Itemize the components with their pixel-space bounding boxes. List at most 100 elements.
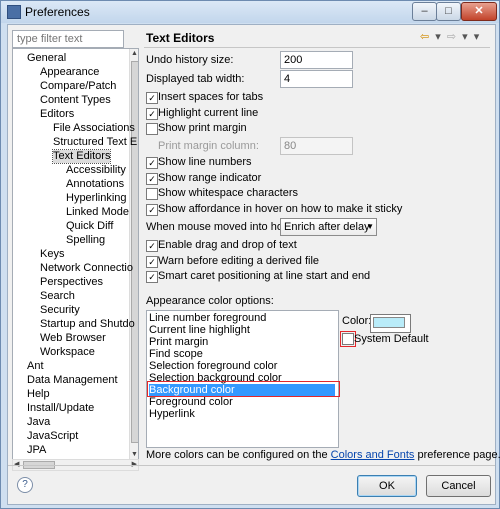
color-option-item[interactable]: Current line highlight xyxy=(149,324,335,336)
tree-item[interactable]: Editors xyxy=(40,108,74,121)
tree-item[interactable]: Security xyxy=(40,304,80,317)
checkbox[interactable]: ✓ xyxy=(146,107,158,120)
undo-history-label: Undo history size: xyxy=(146,54,234,66)
color-option-item[interactable]: Foreground color xyxy=(149,396,335,408)
dialog-body: ▲ ▼ GeneralAppearanceCompare/PatchConten… xyxy=(7,24,500,505)
back-arrow-icon[interactable]: ⇦ xyxy=(420,31,429,43)
tree-item[interactable]: Hyperlinking xyxy=(66,192,127,205)
tree-item[interactable]: Annotations xyxy=(66,178,124,191)
tree-item[interactable]: Network Connectio xyxy=(40,262,133,275)
hover-combo-value: Enrich after delay xyxy=(284,221,370,233)
checkbox-label: Show line numbers xyxy=(158,156,252,168)
appearance-color-label: Appearance color options: xyxy=(146,295,274,307)
tree-item[interactable]: Java xyxy=(27,416,50,429)
checkbox-label: Highlight current line xyxy=(158,106,259,119)
header-divider xyxy=(144,47,490,48)
color-option-item[interactable]: Find scope xyxy=(149,348,335,360)
scroll-thumb[interactable] xyxy=(131,61,138,443)
tree-item[interactable]: Startup and Shutdo xyxy=(40,318,135,331)
tree-item[interactable]: Quick Diff xyxy=(66,220,113,233)
undo-history-field[interactable]: 200 xyxy=(280,51,353,69)
tree-vertical-scrollbar[interactable]: ▲ ▼ xyxy=(129,49,138,460)
tree-item[interactable]: Ant xyxy=(27,360,44,373)
title-bar[interactable]: Preferences – □ ✕ xyxy=(1,1,499,23)
checkbox[interactable]: ✓ xyxy=(146,255,158,268)
checkbox-label: Smart caret positioning at line start an… xyxy=(158,270,371,282)
tree-item[interactable]: File Associations xyxy=(53,122,135,135)
more-colors-prefix: More colors can be configured on the xyxy=(146,449,331,461)
tree-item[interactable]: Structured Text E xyxy=(53,136,137,149)
color-label: Color: xyxy=(342,315,372,327)
more-colors-text: More colors can be configured on the Col… xyxy=(146,449,500,461)
tree-item[interactable]: Appearance xyxy=(40,66,99,79)
maximize-button[interactable]: □ xyxy=(436,2,461,21)
checkbox[interactable]: ✓ xyxy=(146,172,158,185)
color-option-item[interactable]: Hyperlink xyxy=(149,408,335,420)
tree-item[interactable]: JavaScript xyxy=(27,430,78,443)
filter-input[interactable] xyxy=(12,30,124,48)
tree-item[interactable]: Content Types xyxy=(40,94,111,107)
checkbox-label: Show whitespace characters xyxy=(158,187,299,199)
tree-item[interactable]: Workspace xyxy=(40,346,95,359)
tree-item[interactable]: Linked Mode xyxy=(66,206,129,219)
color-swatch-button[interactable] xyxy=(370,314,411,333)
checkbox-label: Warn before editing a derived file xyxy=(158,254,320,267)
forward-menu-icon[interactable]: ▾ xyxy=(462,31,468,43)
tree-item[interactable]: Compare/Patch xyxy=(40,80,116,93)
hover-label: When mouse moved into hover: xyxy=(146,221,302,233)
app-icon xyxy=(7,5,21,19)
checkbox-label: Show affordance in hover on how to make … xyxy=(158,202,403,215)
tree-item[interactable]: Help xyxy=(27,388,50,401)
close-button[interactable]: ✕ xyxy=(461,2,497,21)
checkbox[interactable]: ✓ xyxy=(146,240,158,252)
preference-tree: ▲ ▼ General Appearance Compare/Patch Conten… xyxy=(12,48,139,461)
tree-item[interactable]: JPA xyxy=(27,444,46,457)
print-margin-column-field[interactable]: 80 xyxy=(280,137,353,155)
colors-and-fonts-link[interactable]: Colors and Fonts xyxy=(331,449,415,461)
page-navigation: ⇦ ▾ ⇨ ▾ ▾ xyxy=(420,30,482,43)
highlight-box-list xyxy=(147,381,340,397)
checkbox[interactable]: ✓ xyxy=(146,157,158,169)
hover-combo[interactable]: Enrich after delay ▼ xyxy=(280,218,377,236)
forward-arrow-icon[interactable]: ⇨ xyxy=(447,31,456,43)
system-default-label: System Default xyxy=(354,333,429,345)
tree-item[interactable]: Keys xyxy=(40,248,64,261)
view-menu-icon[interactable]: ▾ xyxy=(474,31,480,43)
tab-width-field[interactable]: 4 xyxy=(280,70,353,88)
tree-item[interactable]: Perspectives xyxy=(40,276,103,289)
checkbox[interactable]: ✓ xyxy=(146,203,158,216)
checkbox-label: Insert spaces for tabs xyxy=(158,91,264,103)
tree-item[interactable]: Spelling xyxy=(66,234,105,247)
checkbox[interactable] xyxy=(146,123,158,135)
checkbox-label: Show print margin xyxy=(158,122,247,134)
footer-divider xyxy=(8,465,495,466)
checkbox-label: Enable drag and drop of text xyxy=(158,239,297,251)
back-menu-icon[interactable]: ▾ xyxy=(435,31,441,43)
checkbox[interactable] xyxy=(146,188,158,200)
help-icon[interactable]: ? xyxy=(17,477,33,493)
tree-item[interactable]: Search xyxy=(40,290,75,303)
tab-width-label: Displayed tab width: xyxy=(146,73,245,85)
color-option-item[interactable]: Line number foreground xyxy=(149,312,335,324)
cancel-button[interactable]: Cancel xyxy=(426,475,491,497)
page-title: Text Editors xyxy=(146,31,215,45)
color-option-item[interactable]: Print margin xyxy=(149,336,335,348)
checkbox[interactable]: ✓ xyxy=(146,271,158,283)
window-title: Preferences xyxy=(25,5,90,19)
checkbox-label: Show range indicator xyxy=(158,171,262,184)
minimize-button[interactable]: – xyxy=(412,2,437,21)
tree-item[interactable]: General xyxy=(27,52,66,65)
chevron-down-icon: ▼ xyxy=(366,222,374,231)
preferences-window: Preferences – □ ✕ ▲ ▼ GeneralAppearanceC… xyxy=(0,0,500,509)
color-swatch xyxy=(373,317,405,328)
tree-item[interactable]: Accessibility xyxy=(66,164,126,177)
ok-button[interactable]: OK xyxy=(357,475,417,497)
checkbox[interactable]: ✓ xyxy=(146,92,158,104)
color-options-list[interactable]: Line number foreground Current line highl… xyxy=(146,310,339,448)
tree-item[interactable]: Text Editors xyxy=(51,149,112,164)
color-option-item[interactable]: Selection foreground color xyxy=(149,360,335,372)
tree-item[interactable]: Install/Update xyxy=(27,402,94,415)
scroll-up-icon[interactable]: ▲ xyxy=(130,49,138,59)
tree-item[interactable]: Web Browser xyxy=(40,332,106,345)
tree-item[interactable]: Data Management xyxy=(27,374,118,387)
